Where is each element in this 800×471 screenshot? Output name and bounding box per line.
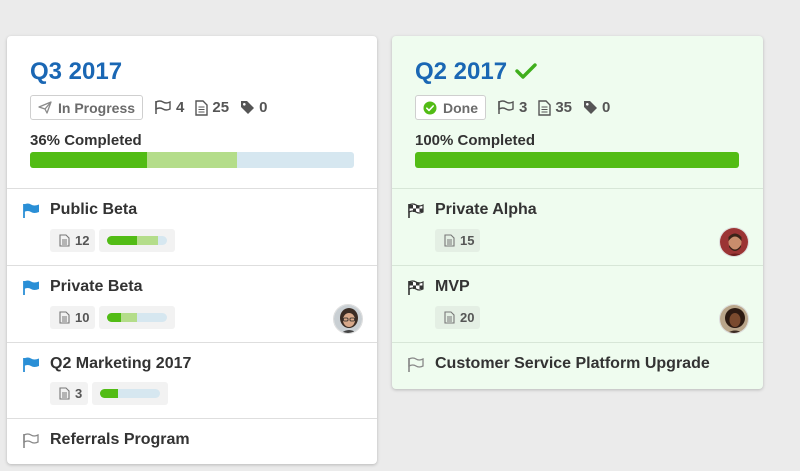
item-title: MVP [435, 278, 470, 295]
card-title[interactable]: Q2 2017 [415, 58, 507, 86]
avatar[interactable] [719, 227, 749, 257]
doc-chip: 10 [50, 306, 96, 329]
flag-filled-blue-icon [23, 203, 39, 218]
document-icon [195, 99, 209, 116]
check-circle-icon [423, 101, 437, 114]
milestone-count: 4 [154, 99, 184, 116]
flag-checkered-icon [408, 280, 424, 295]
progress-done [107, 236, 138, 245]
progress-done [100, 389, 119, 398]
document-icon [444, 311, 455, 324]
list-item[interactable]: Private Alpha 15 [392, 188, 763, 265]
meta-row: Done 3 35 0 [415, 95, 610, 120]
tag-icon [584, 101, 598, 114]
item-title: Private Alpha [435, 201, 537, 218]
flag-filled-blue-icon [23, 280, 39, 295]
milestone-count: 3 [497, 99, 527, 116]
item-progress [99, 229, 176, 252]
flag-checkered-icon [408, 203, 424, 218]
paper-plane-icon [38, 101, 52, 114]
document-count: 35 [538, 99, 572, 116]
flag-outline-icon [23, 433, 39, 448]
flag-outline-icon [155, 100, 171, 114]
document-icon [59, 234, 70, 247]
status-badge[interactable]: In Progress [30, 95, 144, 120]
list-item[interactable]: Customer Service Platform Upgrade [392, 342, 763, 389]
progress-bar [415, 152, 739, 168]
progress-partial [120, 313, 138, 322]
item-title: Q2 Marketing 2017 [50, 355, 192, 372]
doc-chip: 3 [50, 382, 89, 405]
doc-chip: 20 [435, 306, 481, 329]
status-label: Done [443, 99, 478, 116]
tag-count: 0 [583, 99, 610, 116]
avatar-woman-glasses [334, 305, 362, 333]
list-item[interactable]: Private Beta 10 [7, 265, 377, 342]
card-header: Q2 2017 Done 3 35 0 100% Completed [392, 36, 763, 188]
flag-outline-icon [498, 100, 514, 114]
avatar-woman-curly [720, 305, 748, 333]
document-icon [59, 387, 70, 400]
document-icon [538, 99, 552, 116]
document-icon [444, 234, 455, 247]
item-title: Public Beta [50, 201, 138, 218]
milestone-card-q3: Q3 2017 In Progress 4 25 0 36% Completed… [7, 36, 377, 464]
tag-count: 0 [240, 99, 267, 116]
item-sub: 15 [435, 229, 481, 252]
list-item[interactable]: Public Beta 12 [7, 188, 377, 265]
item-progress [99, 306, 176, 329]
tag-icon [241, 101, 255, 114]
progress-bar [30, 152, 354, 168]
item-progress [92, 382, 169, 405]
flag-filled-blue-icon [23, 357, 39, 372]
avatar[interactable] [333, 304, 363, 334]
item-title: Private Beta [50, 278, 143, 295]
item-title: Customer Service Platform Upgrade [435, 355, 710, 372]
progress-partial [137, 236, 159, 245]
item-sub: 10 [50, 306, 176, 329]
progress-done [107, 313, 121, 322]
item-sub: 12 [50, 229, 176, 252]
card-title[interactable]: Q3 2017 [30, 58, 122, 86]
status-badge[interactable]: Done [415, 95, 486, 120]
checkmark-icon [515, 63, 537, 79]
document-icon [59, 311, 70, 324]
card-header: Q3 2017 In Progress 4 25 0 36% Completed [7, 36, 377, 188]
list-item[interactable]: Referrals Program [7, 418, 377, 464]
completed-label: 100% Completed [415, 132, 536, 149]
document-count: 25 [195, 99, 229, 116]
doc-chip: 15 [435, 229, 481, 252]
progress-partial [146, 152, 238, 168]
item-sub: 20 [435, 306, 481, 329]
milestone-card-q2: Q2 2017 Done 3 35 0 100% Completed Priva… [392, 36, 763, 389]
progress-done [415, 152, 739, 168]
progress-done [30, 152, 147, 168]
item-sub: 3 [50, 382, 169, 405]
doc-chip: 12 [50, 229, 96, 252]
item-title: Referrals Program [50, 431, 190, 448]
completed-label: 36% Completed [30, 132, 142, 149]
list-item[interactable]: Q2 Marketing 2017 3 [7, 342, 377, 418]
avatar[interactable] [719, 304, 749, 334]
meta-row: In Progress 4 25 0 [30, 95, 267, 120]
flag-outline-icon [408, 357, 424, 372]
status-label: In Progress [58, 99, 136, 116]
avatar-man-beard [720, 228, 748, 256]
list-item[interactable]: MVP 20 [392, 265, 763, 342]
